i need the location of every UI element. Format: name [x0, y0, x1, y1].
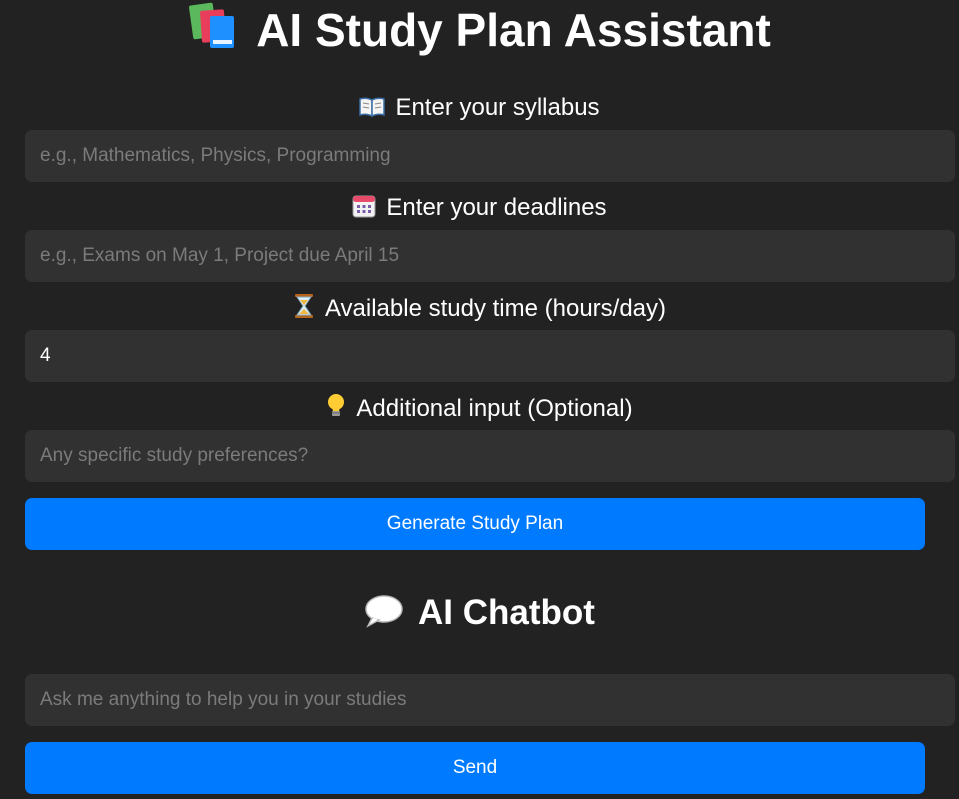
- calendar-icon: [352, 194, 376, 218]
- send-button[interactable]: Send: [25, 742, 925, 794]
- deadlines-label-text: Enter your deadlines: [386, 194, 607, 221]
- speech-bubble-icon: [364, 594, 404, 628]
- additional-input-field[interactable]: [25, 430, 955, 482]
- additional-input-label: Additional input (Optional): [0, 393, 959, 424]
- deadlines-input[interactable]: [25, 230, 955, 282]
- study-plan-page: AI Study Plan Assistant Enter your sylla…: [0, 0, 959, 799]
- chatbot-title: AI Chatbot: [0, 590, 959, 636]
- page-title: AI Study Plan Assistant: [0, 2, 959, 58]
- study-time-label-text: Available study time (hours/day): [324, 295, 667, 322]
- chatbot-title-text: AI Chatbot: [418, 593, 595, 632]
- generate-study-plan-button[interactable]: Generate Study Plan: [25, 498, 925, 550]
- syllabus-label: Enter your syllabus: [0, 93, 959, 123]
- chatbot-input[interactable]: [25, 674, 955, 726]
- books-icon: [188, 2, 238, 50]
- syllabus-label-text: Enter your syllabus: [395, 94, 600, 121]
- study-time-input[interactable]: [25, 330, 955, 382]
- page-title-text: AI Study Plan Assistant: [256, 4, 771, 56]
- deadlines-label: Enter your deadlines: [0, 193, 959, 223]
- additional-input-label-text: Additional input (Optional): [356, 395, 633, 422]
- hourglass-icon: [293, 293, 315, 319]
- syllabus-input[interactable]: [25, 130, 955, 182]
- light-bulb-icon: [326, 393, 346, 419]
- study-time-label: Available study time (hours/day): [0, 293, 959, 324]
- open-book-icon: [359, 96, 386, 118]
